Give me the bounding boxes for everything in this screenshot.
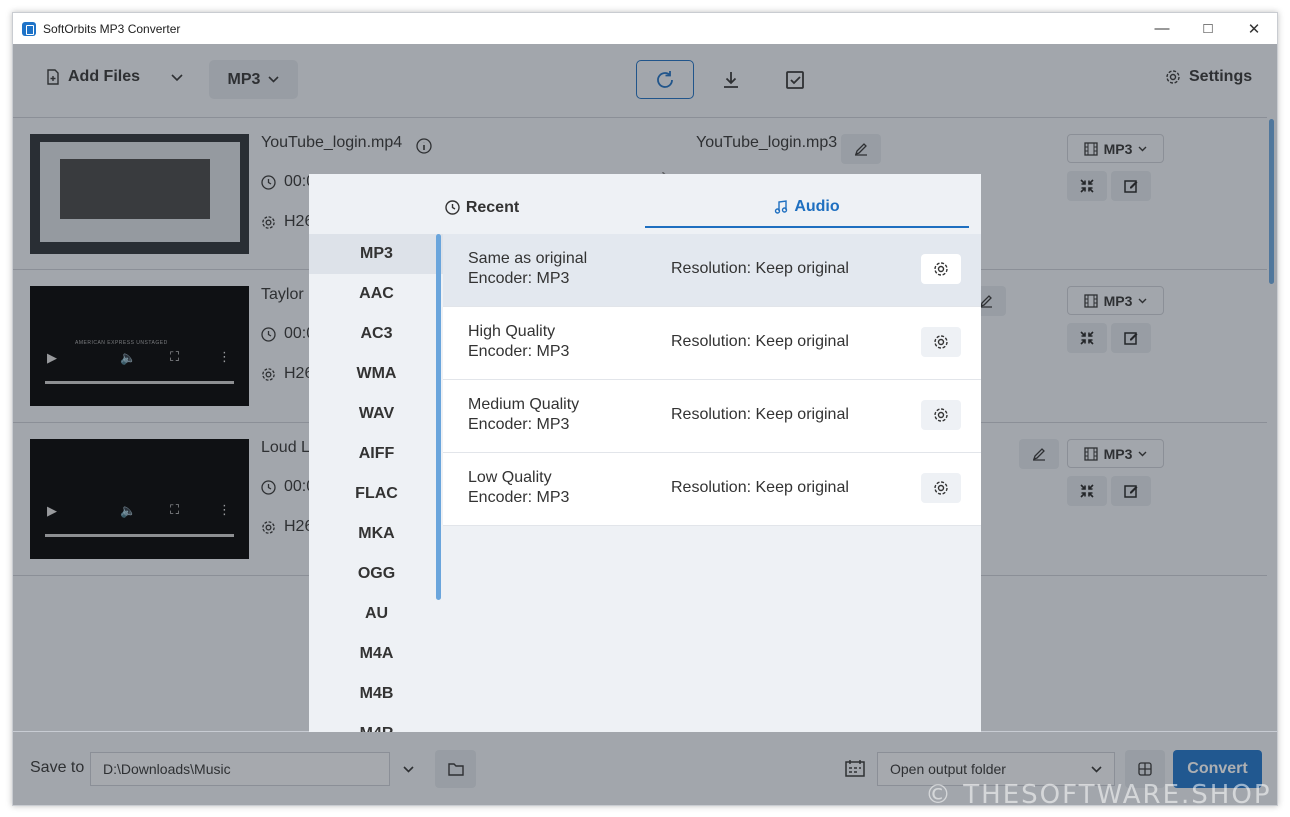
format-item-ogg[interactable]: OGG: [309, 554, 444, 594]
dialog-tabs: Recent Audio: [309, 174, 981, 234]
preset-list: Same as original Encoder: MP3 Resolution…: [443, 234, 981, 526]
preset-settings-button[interactable]: [921, 400, 961, 430]
close-button[interactable]: ✕: [1231, 13, 1277, 44]
preset-item[interactable]: Low Quality Encoder: MP3 Resolution: Kee…: [443, 453, 981, 526]
format-item-mp3[interactable]: MP3: [309, 234, 444, 274]
format-item-aac[interactable]: AAC: [309, 274, 444, 314]
format-item-flac[interactable]: FLAC: [309, 474, 444, 514]
format-item-m4r[interactable]: M4R: [309, 714, 444, 732]
maximize-button[interactable]: □: [1185, 13, 1231, 44]
format-item-mka[interactable]: MKA: [309, 514, 444, 554]
tab-recent[interactable]: Recent: [319, 187, 645, 228]
preset-settings-button[interactable]: [921, 327, 961, 357]
preset-settings-button[interactable]: [921, 254, 961, 284]
title-bar: SoftOrbits MP3 Converter — □ ✕: [13, 13, 1277, 44]
preset-name: Medium Quality: [468, 396, 580, 413]
preset-item[interactable]: High Quality Encoder: MP3 Resolution: Ke…: [443, 307, 981, 380]
format-picker-dialog: Recent Audio MP3 AAC AC3 WMA WAV AIFF FL…: [309, 174, 981, 732]
gear-icon: [934, 408, 948, 422]
preset-encoder: Encoder: MP3: [468, 270, 570, 287]
preset-item[interactable]: Same as original Encoder: MP3 Resolution…: [443, 234, 981, 307]
preset-resolution: Resolution: Keep original: [671, 260, 849, 277]
watermark: © THESOFTWARE.SHOP: [925, 780, 1272, 810]
gear-icon: [934, 262, 948, 276]
format-item-m4a[interactable]: M4A: [309, 634, 444, 674]
music-note-icon: [775, 199, 788, 214]
preset-name: Same as original: [468, 250, 588, 267]
preset-encoder: Encoder: MP3: [468, 343, 570, 360]
format-item-aiff[interactable]: AIFF: [309, 434, 444, 474]
preset-resolution: Resolution: Keep original: [671, 406, 849, 423]
minimize-button[interactable]: —: [1139, 13, 1185, 44]
gear-icon: [934, 481, 948, 495]
preset-resolution: Resolution: Keep original: [671, 333, 849, 350]
tab-audio[interactable]: Audio: [645, 187, 969, 228]
window-title: SoftOrbits MP3 Converter: [43, 21, 181, 36]
gear-icon: [934, 335, 948, 349]
format-item-ac3[interactable]: AC3: [309, 314, 444, 354]
preset-item[interactable]: Medium Quality Encoder: MP3 Resolution: …: [443, 380, 981, 453]
clock-icon: [445, 200, 460, 215]
format-list: MP3 AAC AC3 WMA WAV AIFF FLAC MKA OGG AU…: [309, 234, 444, 732]
format-item-wav[interactable]: WAV: [309, 394, 444, 434]
format-item-wma[interactable]: WMA: [309, 354, 444, 394]
format-item-m4b[interactable]: M4B: [309, 674, 444, 714]
format-list-scrollbar[interactable]: [436, 234, 441, 600]
preset-encoder: Encoder: MP3: [468, 489, 570, 506]
preset-encoder: Encoder: MP3: [468, 416, 570, 433]
preset-name: Low Quality: [468, 469, 552, 486]
preset-settings-button[interactable]: [921, 473, 961, 503]
preset-name: High Quality: [468, 323, 556, 340]
app-logo-icon: [22, 21, 36, 36]
preset-resolution: Resolution: Keep original: [671, 479, 849, 496]
format-item-au[interactable]: AU: [309, 594, 444, 634]
